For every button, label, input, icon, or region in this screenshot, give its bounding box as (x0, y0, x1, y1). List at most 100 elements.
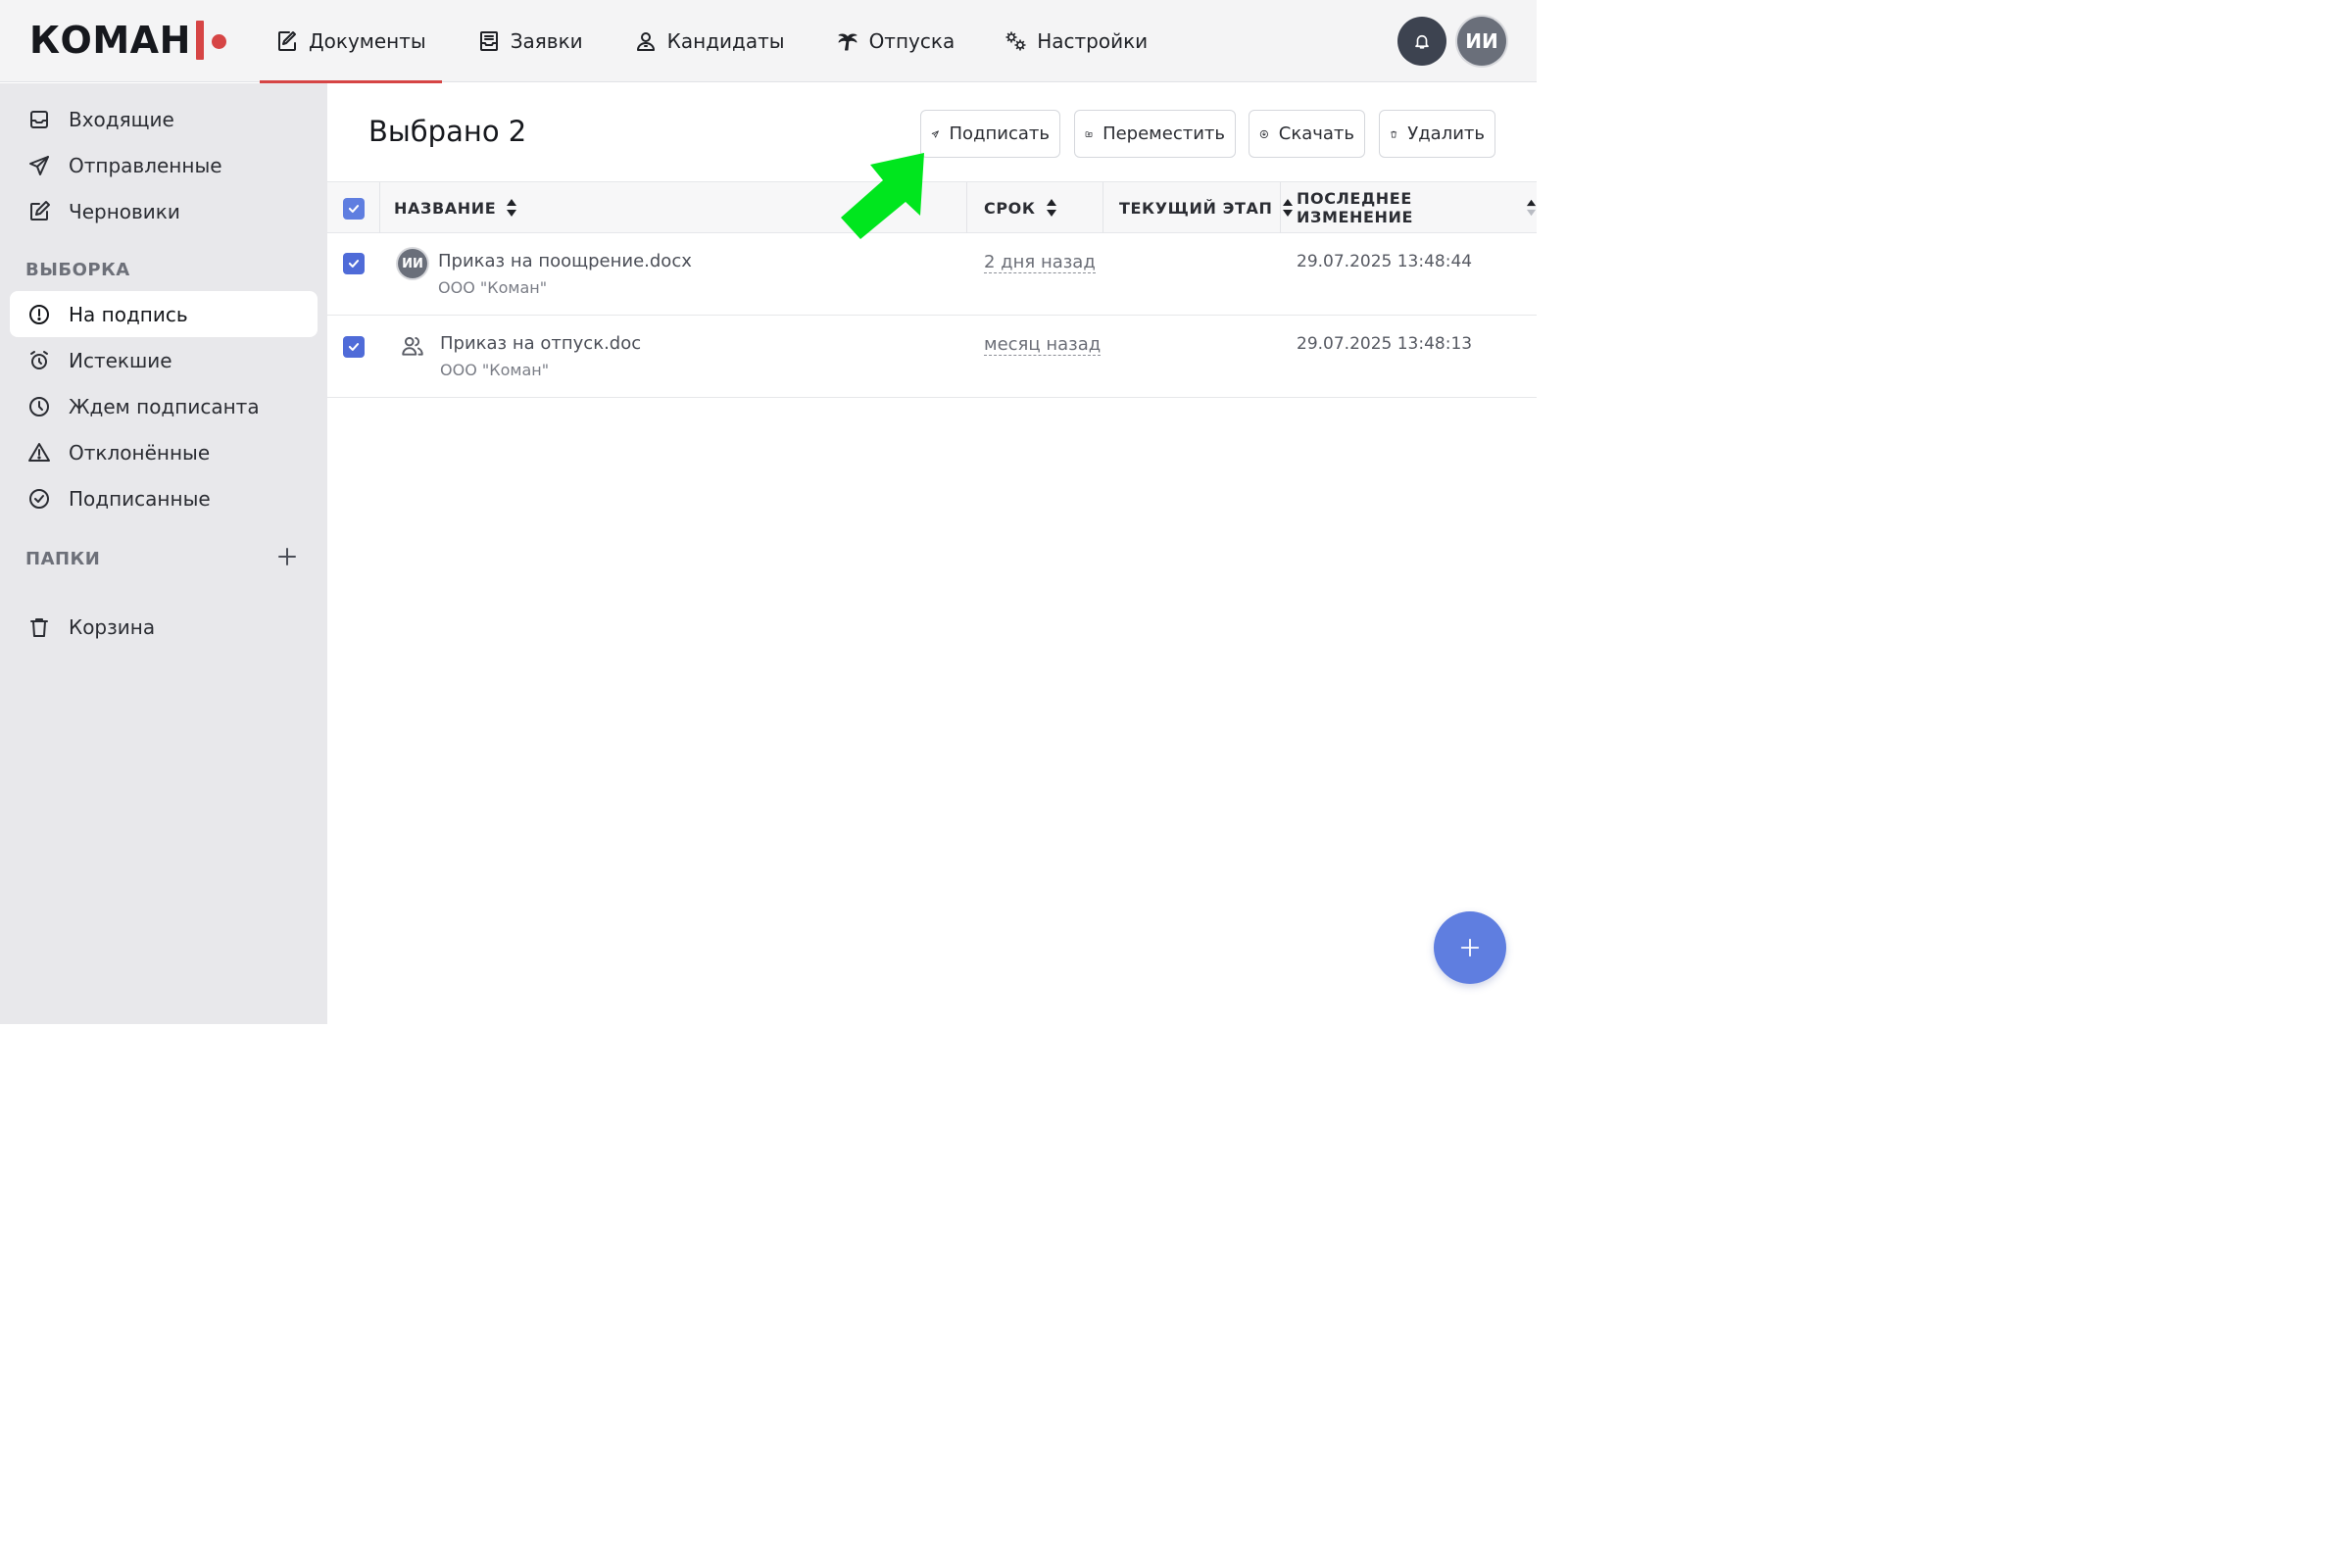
notifications-button[interactable] (1397, 17, 1446, 66)
column-header-due[interactable]: СРОК (984, 182, 1057, 233)
column-header-name[interactable]: НАЗВАНИЕ (394, 182, 517, 233)
sidebar-item-label: На подпись (69, 302, 188, 326)
send-icon (29, 155, 49, 175)
sidebar-item-rejected[interactable]: Отклонённые (10, 429, 318, 475)
sidebar-item-label: Ждем подписанта (69, 394, 260, 418)
sidebar-item-label: Отклонённые (69, 440, 211, 465)
document-organization: ООО "Коман" (440, 361, 550, 379)
sidebar-item-label: Отправленные (69, 153, 222, 177)
gears-icon (1005, 31, 1026, 51)
sidebar: Входящие Отправленные Черновики ВЫБОРКА … (0, 83, 327, 1024)
column-header-stage-label: ТЕКУЩИЙ ЭТАП (1119, 198, 1273, 218)
nav-candidates[interactable]: Кандидаты (618, 0, 801, 82)
column-header-last-changed[interactable]: ПОСЛЕДНЕЕ ИЗМЕНЕНИЕ (1297, 182, 1537, 233)
download-circle-icon (1259, 129, 1268, 138)
clock-icon (29, 396, 49, 416)
document-due[interactable]: месяц назад (984, 335, 1102, 356)
inbox-icon (30, 110, 48, 128)
nav-requests[interactable]: Заявки (462, 0, 599, 82)
column-header-stage[interactable]: ТЕКУЩИЙ ЭТАП (1119, 182, 1294, 233)
sidebar-item-sent[interactable]: Отправленные (10, 142, 318, 188)
column-divider (1280, 182, 1281, 233)
add-folder-plus-icon[interactable] (275, 545, 299, 568)
row-checkbox[interactable] (343, 336, 365, 358)
document-name[interactable]: Приказ на поощрение.docx (438, 251, 692, 271)
palm-tree-icon (838, 33, 858, 51)
sidebar-item-signed[interactable]: Подписанные (10, 475, 318, 521)
document-due[interactable]: 2 дня назад (984, 253, 1096, 273)
sidebar-item-awaiting-signer[interactable]: Ждем подписанта (10, 383, 318, 429)
inbox-tray-icon (479, 31, 498, 51)
document-organization: ООО "Коман" (438, 278, 548, 297)
check-icon (348, 260, 360, 268)
brand-logo[interactable]: КОМАН (29, 16, 229, 65)
create-document-button[interactable] (1434, 911, 1506, 984)
column-header-last-changed-label: ПОСЛЕДНЕЕ ИЗМЕНЕНИЕ (1297, 189, 1414, 226)
delete-button[interactable]: Удалить (1379, 110, 1495, 158)
nav-candidates-label: Кандидаты (666, 29, 785, 53)
delete-button-label: Удалить (1407, 123, 1485, 144)
column-header-due-label: СРОК (984, 198, 1036, 218)
column-divider (379, 182, 380, 233)
nav-vacations-label: Отпуска (868, 29, 956, 53)
brand-mark-icon (195, 19, 229, 62)
sort-icon (1526, 199, 1537, 217)
nav-settings[interactable]: Настройки (988, 0, 1163, 82)
person-badge-icon (636, 32, 655, 51)
sort-icon (1046, 199, 1056, 217)
brand-name: КОМАН (29, 19, 191, 62)
sign-button-label: Подписать (949, 123, 1050, 144)
download-button[interactable]: Скачать (1249, 110, 1365, 158)
sidebar-item-label: Истекшие (69, 348, 172, 372)
selection-count-title: Выбрано 2 (368, 115, 527, 148)
sidebar-item-expired[interactable]: Истекшие (10, 337, 318, 383)
column-divider (1102, 182, 1103, 233)
user-avatar[interactable]: ИИ (1457, 17, 1506, 66)
trash-icon (30, 617, 48, 637)
folders-section-title: ПАПКИ (25, 549, 101, 569)
edit-icon (30, 200, 50, 220)
plus-icon (1460, 938, 1480, 957)
check-circle-icon (29, 488, 49, 509)
sidebar-item-to-sign[interactable]: На подпись (10, 291, 318, 337)
annotation-arrow-icon (841, 153, 924, 239)
sort-icon (1283, 199, 1294, 217)
row-checkbox[interactable] (343, 253, 365, 274)
main-content: Выбрано 2 Подписать Переместить Скачать … (327, 83, 1537, 1024)
sidebar-item-drafts[interactable]: Черновики (10, 188, 318, 234)
check-icon (348, 343, 360, 351)
sign-button[interactable]: Подписать (920, 110, 1060, 158)
warning-triangle-icon (28, 442, 50, 462)
group-icon (402, 336, 423, 356)
column-header-name-label: НАЗВАНИЕ (394, 198, 497, 218)
alert-circle-icon (29, 304, 49, 324)
nav-settings-label: Настройки (1037, 29, 1149, 53)
sidebar-item-label: Подписанные (69, 486, 211, 511)
trash-icon (1391, 130, 1397, 137)
sidebar-item-trash[interactable]: Корзина (10, 604, 318, 650)
check-icon (348, 205, 360, 213)
send-icon (931, 129, 939, 138)
author-avatar: ИИ (398, 249, 427, 278)
document-name[interactable]: Приказ на отпуск.doc (440, 333, 641, 354)
folder-move-icon (1085, 130, 1093, 137)
table-row[interactable]: Приказ на отпуск.doc ООО "Коман" месяц н… (327, 316, 1537, 398)
table-header: НАЗВАНИЕ СРОК ТЕКУЩИЙ ЭТАП ПОСЛЕДНЕЕ ИЗМ… (327, 181, 1537, 233)
nav-requests-label: Заявки (510, 29, 583, 53)
nav-documents[interactable]: Документы (260, 0, 442, 83)
alarm-clock-icon (30, 350, 48, 369)
move-button[interactable]: Переместить (1074, 110, 1236, 158)
sidebar-item-label: Входящие (69, 107, 174, 131)
nav-documents-label: Документы (309, 29, 426, 53)
move-button-label: Переместить (1102, 123, 1225, 144)
nav-vacations[interactable]: Отпуска (820, 0, 971, 82)
column-divider (966, 182, 967, 233)
filter-section-title: ВЫБОРКА (25, 260, 130, 280)
sidebar-item-label: Корзина (69, 614, 156, 639)
top-navigation-bar: КОМАН Документы Заявки Кандидаты Отпуска… (0, 0, 1537, 83)
document-last-changed: 29.07.2025 13:48:13 (1297, 334, 1473, 354)
sidebar-item-inbox[interactable]: Входящие (10, 96, 318, 142)
document-edit-icon (278, 31, 296, 51)
select-all-checkbox[interactable] (343, 198, 365, 220)
table-row[interactable]: ИИ Приказ на поощрение.docx ООО "Коман" … (327, 233, 1537, 316)
